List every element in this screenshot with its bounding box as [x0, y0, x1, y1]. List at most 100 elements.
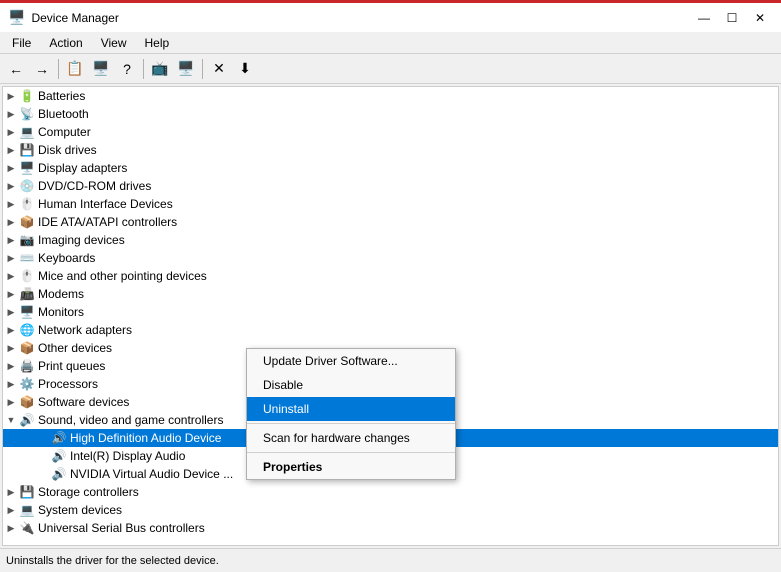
menu-view[interactable]: View: [93, 34, 135, 52]
context-menu-item-uninstall[interactable]: Uninstall: [247, 397, 455, 421]
tree-label-batteries: Batteries: [38, 89, 85, 103]
toolbar-sep-2: [143, 59, 144, 79]
window-controls: — ☐ ✕: [691, 7, 773, 29]
tree-item-universalserial[interactable]: ▶🔌Universal Serial Bus controllers: [3, 519, 778, 537]
tree-icon-softwaredevices: 📦: [19, 394, 35, 410]
context-menu-item-properties[interactable]: Properties: [247, 455, 455, 479]
toolbar-resources[interactable]: 🖥️: [174, 58, 198, 80]
tree-arrow-keyboards: ▶: [3, 253, 19, 264]
tree-item-batteries[interactable]: ▶🔋Batteries: [3, 87, 778, 105]
tree-arrow-softwaredevices: ▶: [3, 397, 19, 408]
tree-arrow-dvdcdrom: ▶: [3, 181, 19, 192]
tree-icon-batteries: 🔋: [19, 88, 35, 104]
tree-item-monitors[interactable]: ▶🖥️Monitors: [3, 303, 778, 321]
context-menu-item-scan-hardware[interactable]: Scan for hardware changes: [247, 426, 455, 450]
tree-item-imaging[interactable]: ▶📷Imaging devices: [3, 231, 778, 249]
toolbar-properties[interactable]: 📋: [63, 58, 87, 80]
tree-label-bluetooth: Bluetooth: [38, 107, 89, 121]
status-text: Uninstalls the driver for the selected d…: [6, 555, 219, 567]
tree-label-dvdcdrom: DVD/CD-ROM drives: [38, 179, 151, 193]
toolbar-help[interactable]: ?: [115, 58, 139, 80]
toolbar-show-devices[interactable]: 📺: [148, 58, 172, 80]
tree-arrow-batteries: ▶: [3, 91, 19, 102]
tree-icon-mice: 🖱️: [19, 268, 35, 284]
close-button[interactable]: ✕: [747, 7, 773, 29]
tree-icon-bluetooth: 📡: [19, 106, 35, 122]
tree-label-soundvideo: Sound, video and game controllers: [38, 413, 223, 427]
toolbar-uninstall[interactable]: ✕: [207, 58, 231, 80]
tree-item-diskdrives[interactable]: ▶💾Disk drives: [3, 141, 778, 159]
toolbar-scan[interactable]: ⬇: [233, 58, 257, 80]
tree-label-processors: Processors: [38, 377, 98, 391]
tree-item-displayadapters[interactable]: ▶🖥️Display adapters: [3, 159, 778, 177]
toolbar-update-driver[interactable]: 🖥️: [89, 58, 113, 80]
menu-action[interactable]: Action: [41, 34, 90, 52]
tree-icon-systemdevices: 💻: [19, 502, 35, 518]
toolbar-forward[interactable]: →: [30, 58, 54, 80]
tree-item-dvdcdrom[interactable]: ▶💿DVD/CD-ROM drives: [3, 177, 778, 195]
tree-label-imaging: Imaging devices: [38, 233, 125, 247]
tree-arrow-otherdevices: ▶: [3, 343, 19, 354]
tree-icon-monitors: 🖥️: [19, 304, 35, 320]
tree-icon-ideata: 📦: [19, 214, 35, 230]
tree-label-otherdevices: Other devices: [38, 341, 112, 355]
tree-arrow-processors: ▶: [3, 379, 19, 390]
tree-item-modems[interactable]: ▶📠Modems: [3, 285, 778, 303]
toolbar-sep-3: [202, 59, 203, 79]
toolbar-back[interactable]: ←: [4, 58, 28, 80]
tree-label-nvidia_audio: NVIDIA Virtual Audio Device ...: [70, 467, 233, 481]
context-menu-sep-sep2: [247, 452, 455, 453]
tree-label-ideata: IDE ATA/ATAPI controllers: [38, 215, 177, 229]
tree-icon-storagecontrollers: 💾: [19, 484, 35, 500]
tree-arrow-diskdrives: ▶: [3, 145, 19, 156]
tree-icon-dvdcdrom: 💿: [19, 178, 35, 194]
tree-item-computer[interactable]: ▶💻Computer: [3, 123, 778, 141]
tree-arrow-modems: ▶: [3, 289, 19, 300]
tree-icon-keyboards: ⌨️: [19, 250, 35, 266]
tree-icon-displayadapters: 🖥️: [19, 160, 35, 176]
tree-label-softwaredevices: Software devices: [38, 395, 129, 409]
tree-label-systemdevices: System devices: [38, 503, 122, 517]
tree-item-mice[interactable]: ▶🖱️Mice and other pointing devices: [3, 267, 778, 285]
tree-arrow-mice: ▶: [3, 271, 19, 282]
maximize-button[interactable]: ☐: [719, 7, 745, 29]
tree-label-humaninterface: Human Interface Devices: [38, 197, 173, 211]
title-bar: 🖥️ Device Manager — ☐ ✕: [0, 0, 781, 32]
tree-icon-networkadapters: 🌐: [19, 322, 35, 338]
context-menu-item-update-driver[interactable]: Update Driver Software...: [247, 349, 455, 373]
tree-arrow-bluetooth: ▶: [3, 109, 19, 120]
tree-icon-processors: ⚙️: [19, 376, 35, 392]
tree-icon-printqueues: 🖨️: [19, 358, 35, 374]
tree-item-keyboards[interactable]: ▶⌨️Keyboards: [3, 249, 778, 267]
toolbar-sep-1: [58, 59, 59, 79]
tree-arrow-networkadapters: ▶: [3, 325, 19, 336]
tree-icon-intel_display: 🔊: [51, 448, 67, 464]
tree-item-networkadapters[interactable]: ▶🌐Network adapters: [3, 321, 778, 339]
tree-item-ideata[interactable]: ▶📦IDE ATA/ATAPI controllers: [3, 213, 778, 231]
tree-label-universalserial: Universal Serial Bus controllers: [38, 521, 205, 535]
tree-item-bluetooth[interactable]: ▶📡Bluetooth: [3, 105, 778, 123]
tree-icon-nvidia_audio: 🔊: [51, 466, 67, 482]
toolbar: ← → 📋 🖥️ ? 📺 🖥️ ✕ ⬇: [0, 54, 781, 84]
tree-item-systemdevices[interactable]: ▶💻System devices: [3, 501, 778, 519]
tree-label-displayadapters: Display adapters: [38, 161, 127, 175]
tree-item-storagecontrollers[interactable]: ▶💾Storage controllers: [3, 483, 778, 501]
context-menu-item-disable[interactable]: Disable: [247, 373, 455, 397]
tree-arrow-universalserial: ▶: [3, 523, 19, 534]
tree-arrow-ideata: ▶: [3, 217, 19, 228]
tree-icon-hd_audio: 🔊: [51, 430, 67, 446]
tree-item-humaninterface[interactable]: ▶🖱️Human Interface Devices: [3, 195, 778, 213]
tree-label-intel_display: Intel(R) Display Audio: [70, 449, 185, 463]
minimize-button[interactable]: —: [691, 7, 717, 29]
tree-label-monitors: Monitors: [38, 305, 84, 319]
tree-arrow-monitors: ▶: [3, 307, 19, 318]
tree-arrow-printqueues: ▶: [3, 361, 19, 372]
title-left: 🖥️ Device Manager: [8, 9, 119, 26]
tree-icon-computer: 💻: [19, 124, 35, 140]
tree-arrow-imaging: ▶: [3, 235, 19, 246]
tree-label-networkadapters: Network adapters: [38, 323, 132, 337]
menu-file[interactable]: File: [4, 34, 39, 52]
menu-help[interactable]: Help: [137, 34, 178, 52]
tree-label-printqueues: Print queues: [38, 359, 105, 373]
tree-arrow-computer: ▶: [3, 127, 19, 138]
